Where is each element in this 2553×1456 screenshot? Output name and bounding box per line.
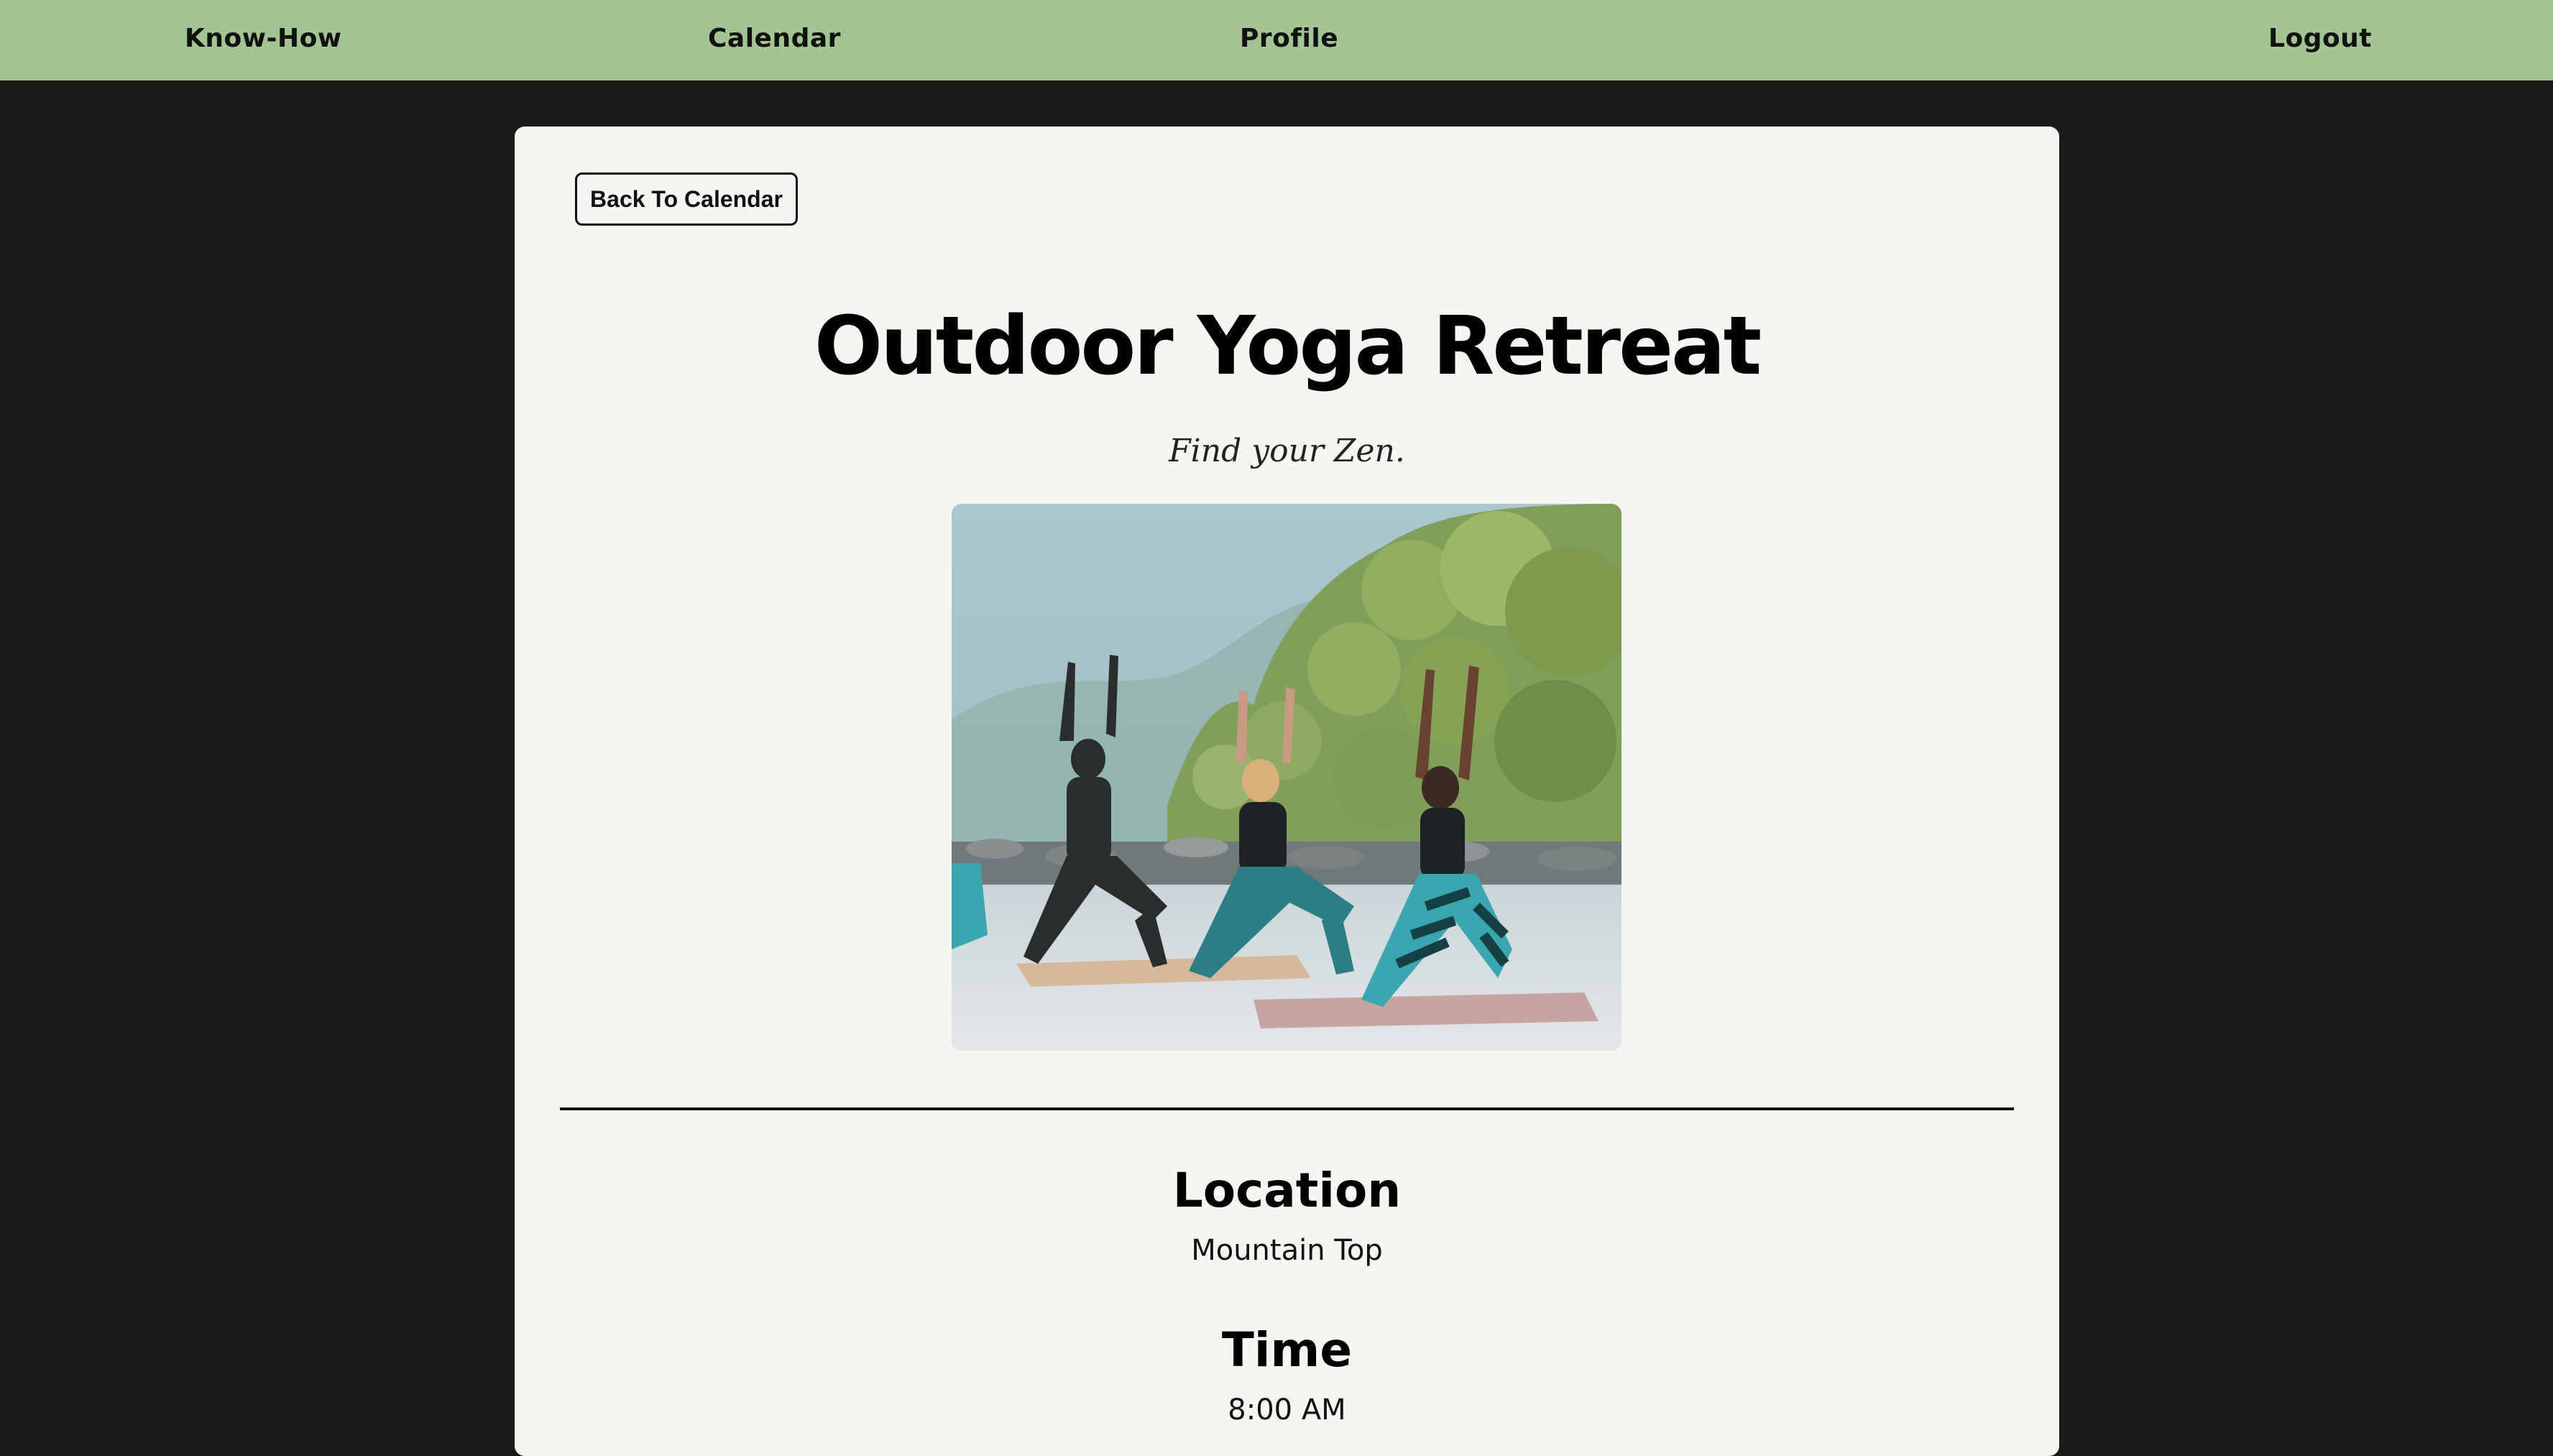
location-value: Mountain Top [1191, 1234, 1383, 1267]
time-value: 8:00 AM [1228, 1393, 1346, 1427]
back-to-calendar-button[interactable]: Back To Calendar [575, 172, 798, 226]
nav-link-calendar[interactable]: Calendar [708, 0, 841, 80]
time-heading: Time [1221, 1322, 1353, 1378]
nav-link-profile[interactable]: Profile [1240, 0, 1338, 80]
top-navbar: Know-How Calendar Profile Logout [0, 0, 2553, 80]
nav-link-know-how[interactable]: Know-How [185, 0, 342, 80]
event-detail-card: Back To Calendar Outdoor Yoga Retreat Fi… [515, 126, 2059, 1456]
section-divider [560, 1107, 2014, 1110]
event-title: Outdoor Yoga Retreat [814, 300, 1762, 393]
nav-link-logout[interactable]: Logout [2268, 0, 2372, 80]
event-subtitle: Find your Zen. [1169, 433, 1405, 469]
event-photo [952, 504, 1622, 1051]
yoga-class-photo-icon [952, 504, 1622, 1051]
location-heading: Location [1172, 1163, 1402, 1218]
